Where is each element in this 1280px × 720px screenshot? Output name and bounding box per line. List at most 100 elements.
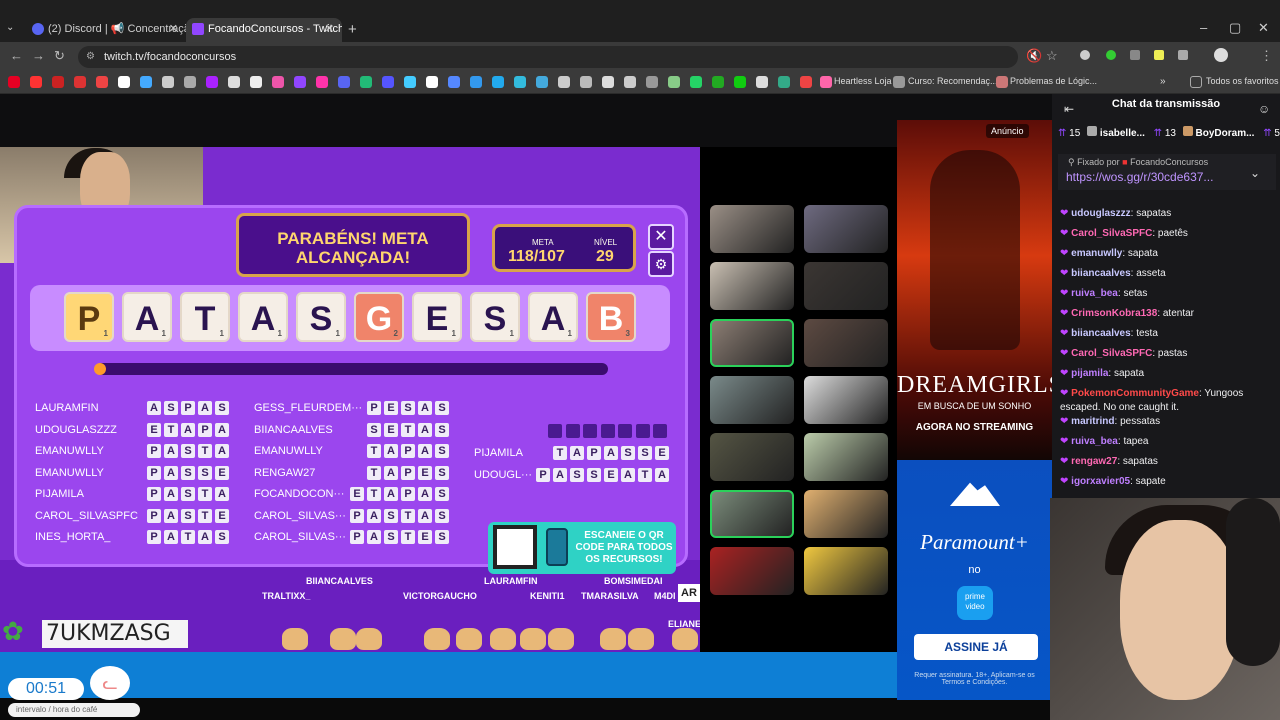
badge-user[interactable]: isabelle... (1100, 128, 1145, 139)
bookmark-problemas[interactable]: Problemas de Lógic... (1010, 76, 1097, 86)
tab-discord[interactable]: (2) Discord | 📢 Concentração ✕ (26, 18, 186, 42)
users-icon[interactable]: ☺ (1258, 102, 1270, 116)
code-box: 7UKMZASG (42, 620, 188, 648)
maximize-icon[interactable]: ▢ (1229, 20, 1241, 36)
menu-icon[interactable]: ⋮ (1260, 48, 1273, 64)
guess-letter: T (198, 508, 212, 523)
chat-username[interactable]: ruiva_bea (1071, 288, 1118, 299)
star-icon[interactable]: ☆ (1046, 48, 1058, 64)
notion-icon[interactable] (118, 76, 130, 88)
close-icon[interactable]: ✕ (648, 224, 674, 250)
bookmark-icon[interactable] (646, 76, 658, 88)
minimize-icon[interactable]: – (1200, 20, 1207, 35)
mute-icon[interactable]: 🔇 (1026, 48, 1042, 64)
badge-user[interactable]: BoyDoram... (1196, 128, 1255, 139)
bookmark-curso[interactable]: Curso: Recomendaç... (908, 76, 998, 86)
forward-icon[interactable]: → (32, 48, 45, 63)
participant-video (710, 376, 794, 424)
bookmark-icon[interactable] (580, 76, 592, 88)
ad-cta-button[interactable]: ASSINE JÁ (914, 634, 1038, 660)
bookmark-icon[interactable] (140, 76, 152, 88)
bookmark-icon[interactable] (602, 76, 614, 88)
bookmark-icon[interactable] (96, 76, 108, 88)
reload-icon[interactable]: ↻ (54, 48, 65, 64)
bookmark-icon[interactable] (250, 76, 262, 88)
telegram-icon[interactable] (492, 76, 504, 88)
participant-video (710, 205, 794, 253)
youtube-icon[interactable] (30, 76, 42, 88)
chat-username[interactable]: igorxavier05 (1071, 476, 1130, 487)
bookmark-icon[interactable] (778, 76, 790, 88)
settings-icon[interactable]: ⚙ (648, 251, 674, 277)
extension-icon[interactable] (1080, 50, 1090, 60)
extension-icon[interactable] (1106, 50, 1116, 60)
chat-username[interactable]: CrimsonKobra138 (1071, 308, 1157, 319)
profile-avatar[interactable] (1214, 48, 1228, 62)
guess-letter: T (367, 487, 381, 501)
letter-tile: S1 (470, 292, 520, 342)
bookmark-icon[interactable] (316, 76, 328, 88)
address-bar[interactable]: ⚙ twitch.tv/focandoconcursos (78, 46, 1018, 68)
close-tab-icon[interactable]: ✕ (169, 18, 178, 40)
gmail-icon[interactable] (74, 76, 86, 88)
close-tab-icon[interactable]: ✕ (325, 18, 334, 40)
chat-username[interactable]: maritrind (1071, 416, 1114, 427)
bookmark-icon[interactable] (162, 76, 174, 88)
bookmark-icon[interactable] (668, 76, 680, 88)
tab-search-icon[interactable]: ⌄ (6, 22, 14, 33)
back-icon[interactable]: ← (10, 48, 23, 63)
bookmark-heartless-loja[interactable]: Heartless Loja (834, 76, 892, 86)
tab-twitch[interactable]: FocandoConcursos - Twitch ✕ (186, 18, 342, 42)
chat-username[interactable]: PokemonCommunityGame (1071, 388, 1199, 399)
bookmark-icon[interactable] (734, 76, 746, 88)
bookmark-all-favorites[interactable]: Todos os favoritos (1206, 76, 1279, 86)
puzzle-icon[interactable] (1178, 50, 1188, 60)
chat-username[interactable]: Carol_SilvaSPFC (1071, 348, 1152, 359)
chat-username[interactable]: emanuwlly (1071, 248, 1122, 259)
bookmark-icon[interactable] (404, 76, 416, 88)
bookmark-icon[interactable] (996, 76, 1008, 88)
twitch-bookmark-icon[interactable] (294, 76, 306, 88)
bookmark-icon[interactable] (756, 76, 768, 88)
guess-letter: P (587, 446, 601, 460)
bookmark-icon[interactable] (514, 76, 526, 88)
extension-icon[interactable] (1130, 50, 1140, 60)
bookmark-icon[interactable] (536, 76, 548, 88)
chat-username[interactable]: rengaw27 (1071, 456, 1117, 467)
expand-pinned-icon[interactable]: ⌄ (1250, 166, 1260, 180)
chat-username[interactable]: udouglaszzz (1071, 208, 1130, 219)
bookmark-icon[interactable] (360, 76, 372, 88)
bookmark-icon[interactable] (448, 76, 460, 88)
chat-username[interactable]: pijamila (1071, 368, 1108, 379)
chat-username[interactable]: ruiva_bea (1071, 436, 1118, 447)
chat-username[interactable]: biiancaalves (1071, 328, 1130, 339)
guess-letter: E (604, 467, 618, 482)
chat-username[interactable]: biiancaalves (1071, 268, 1130, 279)
bookmark-icon[interactable] (228, 76, 240, 88)
phone-icon (546, 528, 568, 566)
bookmark-icon[interactable] (382, 76, 394, 88)
whatsapp-icon[interactable] (690, 76, 702, 88)
bookmark-icon[interactable] (206, 76, 218, 88)
bookmark-icon[interactable] (184, 76, 196, 88)
more-bookmarks-icon[interactable]: » (1160, 76, 1166, 87)
bookmark-icon[interactable] (470, 76, 482, 88)
bookmark-icon[interactable] (52, 76, 64, 88)
extension-icon[interactable] (1154, 50, 1164, 60)
chat-username[interactable]: Carol_SilvaSPFC (1071, 228, 1152, 239)
close-window-icon[interactable]: ✕ (1258, 20, 1269, 36)
bookmark-icon[interactable] (800, 76, 812, 88)
bookmark-icon[interactable] (712, 76, 724, 88)
bookmark-icon[interactable] (426, 76, 438, 88)
guess-letter: A (164, 508, 178, 523)
heart-icon[interactable] (820, 76, 832, 88)
bookmark-icon[interactable] (893, 76, 905, 88)
bookmark-icon[interactable] (558, 76, 570, 88)
pinned-link[interactable]: https://wos.gg/r/30cde637... (1066, 170, 1213, 184)
site-info-icon[interactable]: ⚙ (86, 46, 95, 68)
bookmark-icon[interactable] (272, 76, 284, 88)
bookmark-icon[interactable] (624, 76, 636, 88)
pinterest-icon[interactable] (8, 76, 20, 88)
new-tab-icon[interactable]: + (348, 21, 357, 38)
discord-bookmark-icon[interactable] (338, 76, 350, 88)
